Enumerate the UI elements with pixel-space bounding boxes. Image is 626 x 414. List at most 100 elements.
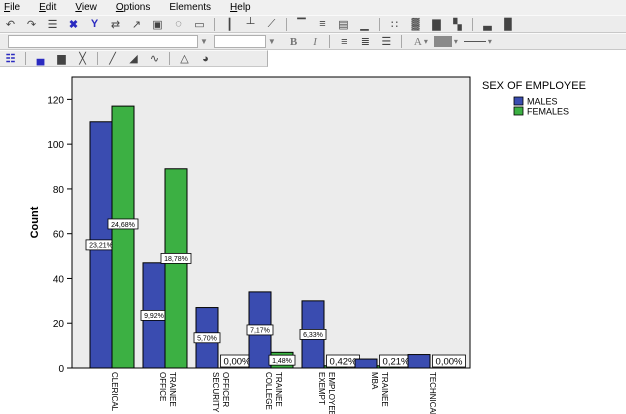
line-style-dropdown-icon[interactable]: ▾ (488, 37, 492, 46)
menu-label: Elements (169, 2, 212, 13)
toolbar-separator (214, 17, 215, 31)
font-size-select[interactable] (213, 35, 266, 48)
show-grid-icon[interactable]: ∷ (386, 17, 403, 31)
align-left-icon[interactable]: ≡ (336, 35, 353, 49)
font-size-dropdown-icon[interactable]: ▼ (268, 37, 276, 46)
multi-line-icon[interactable]: ∿ (146, 52, 163, 66)
x-tick-label: OFFICE (158, 372, 167, 401)
column-bars-icon[interactable]: ▉ (500, 17, 517, 31)
show-footnote-icon[interactable]: ▁ (356, 17, 373, 31)
legend-label-males: MALES (527, 97, 558, 107)
x-tick-label: TRAINEE (274, 372, 283, 407)
menu-label: iew (81, 2, 97, 13)
females-bar[interactable] (164, 168, 188, 369)
transpose-chart-icon[interactable]: ⇄ (107, 17, 124, 31)
area-chart-icon[interactable]: ◢ (125, 52, 142, 66)
menu-edit[interactable]: Edit (39, 2, 56, 13)
x-tick-label-group: SECURITY OFFICER (211, 372, 230, 413)
males-bar[interactable] (354, 358, 378, 369)
stacked-bar-icon[interactable]: ▚ (449, 17, 466, 31)
x-tick-label: TRAINEE (380, 372, 389, 407)
y-axis-icon[interactable]: Y (86, 17, 103, 31)
font-family-dropdown-icon[interactable]: ▼ (200, 37, 208, 46)
show-legend-icon[interactable]: ▓ (407, 17, 424, 31)
x-tick-label: CLERICAL (110, 372, 119, 412)
legend[interactable]: SEX OF EMPLOYEE MALESFEMALES (482, 80, 586, 117)
text-box-icon[interactable]: ▭ (191, 17, 208, 31)
font-family-select[interactable] (8, 35, 198, 48)
data-label: 0,00% (436, 357, 463, 368)
chart-template-icon[interactable]: ▣ (149, 17, 166, 31)
legend-swatch-males[interactable] (513, 96, 524, 106)
toolbar-chart-types: ☷ ▄ ▆ ╳ ╱ ◢ ∿ △ ◕ (0, 50, 268, 67)
y-tick-label: 0 (58, 364, 64, 375)
legend-title: SEX OF EMPLOYEE (482, 80, 586, 92)
high-low-icon[interactable]: △ (176, 52, 193, 66)
chart-grid-icon[interactable]: ☷ (2, 52, 19, 66)
males-bar[interactable] (407, 354, 431, 369)
line-style-swatch[interactable] (463, 41, 486, 42)
x-tick-label-group: CLERICAL (110, 372, 119, 412)
reference-line-icon[interactable]: ┴ (242, 17, 259, 31)
menu-elements[interactable]: Elements (169, 2, 211, 13)
menu-help[interactable]: Help (230, 2, 251, 13)
export-chart-icon[interactable]: ↗ (128, 17, 145, 31)
x-tick-label-group: OFFICE TRAINEE (158, 372, 177, 407)
line-chart-icon[interactable]: ╱ (104, 52, 121, 66)
bar-chart[interactable]: SEX OF EMPLOYEE MALESFEMALES 0 20 40 60 80 100… (0, 67, 626, 414)
toolbar-separator (97, 52, 98, 65)
text-color-dropdown-icon[interactable]: ▾ (424, 37, 428, 46)
x-tick-label: SECURITY (211, 372, 220, 413)
bar-chart-icon[interactable]: ▇ (428, 17, 445, 31)
undo-icon[interactable]: ↶ (2, 17, 19, 31)
redo-icon[interactable]: ↷ (23, 17, 40, 31)
fill-color-swatch[interactable] (433, 36, 452, 47)
lasso-icon[interactable]: ◌ (170, 17, 187, 31)
x-tick-label-group: TECHNICAL (428, 372, 437, 414)
clustered-bar-icon[interactable]: ▆ (53, 52, 70, 66)
properties-icon[interactable]: ☰ (44, 17, 61, 31)
histogram-icon[interactable]: ▃ (479, 17, 496, 31)
toolbar-main: ↶ ↷ ☰ ✖ Y ⇄ ↗ ▣ ◌ ▭ ┃ ┴ ⟋ ▔ ≡ ▤ ▁ ∷ ▓ ▇ … (0, 15, 626, 33)
menu-accelerator: E (39, 2, 46, 13)
show-title-icon[interactable]: ▔ (293, 17, 310, 31)
show-data-labels-icon[interactable]: ┃ (221, 17, 238, 31)
bold-button[interactable]: B (290, 36, 297, 48)
pie-chart-icon[interactable]: ◕ (197, 52, 214, 66)
x-tick-label: EXEMPT (317, 372, 326, 405)
legend-swatch-females[interactable] (513, 106, 524, 116)
bar-line-icon[interactable]: ╳ (74, 52, 91, 66)
toolbar-separator (169, 52, 170, 65)
fill-color-dropdown-icon[interactable]: ▾ (454, 37, 458, 46)
x-tick-label-group: MBA TRAINEE (370, 372, 389, 407)
y-tick-label: 120 (47, 95, 64, 106)
plot-area[interactable]: 0 20 40 60 80 100 120 Count 23,21% 24,68% CLERICAL… (29, 76, 471, 414)
females-bar[interactable] (111, 105, 135, 369)
menu-options[interactable]: Options (116, 2, 150, 13)
x-tick-label: COLLEGE (264, 372, 273, 410)
show-annotation-icon[interactable]: ≡ (314, 17, 331, 31)
text-color-button[interactable]: A (414, 36, 422, 48)
data-label: 24,68% (111, 222, 135, 229)
italic-button[interactable]: I (313, 36, 317, 48)
simple-bar-icon[interactable]: ▄ (32, 52, 49, 66)
menu-view[interactable]: View (75, 2, 97, 13)
x-tick-label-group: COLLEGE TRAINEE (264, 372, 283, 410)
menu-label: dit (45, 2, 57, 13)
data-label: 1,48% (272, 358, 292, 365)
y-tick-label: 60 (53, 230, 65, 241)
legend-label-females: FEMALES (527, 107, 569, 117)
data-label: 0,21% (383, 357, 410, 368)
menu-file[interactable]: File (4, 2, 20, 13)
chart-canvas[interactable]: SEX OF EMPLOYEE MALES FEMALES 0 20 40 60 80 100… (0, 67, 626, 414)
x-axis-icon[interactable]: ✖ (65, 17, 82, 31)
y-tick-label: 40 (53, 274, 65, 285)
show-textbox-icon[interactable]: ▤ (335, 17, 352, 31)
fit-line-icon[interactable]: ⟋ (263, 17, 280, 31)
align-center-icon[interactable]: ≣ (357, 35, 374, 49)
data-label: 18,78% (164, 256, 188, 263)
y-tick-label: 20 (53, 319, 65, 330)
data-label: 0,00% (224, 357, 251, 368)
menu-label: elp (237, 2, 251, 13)
align-right-icon[interactable]: ☰ (378, 35, 395, 49)
